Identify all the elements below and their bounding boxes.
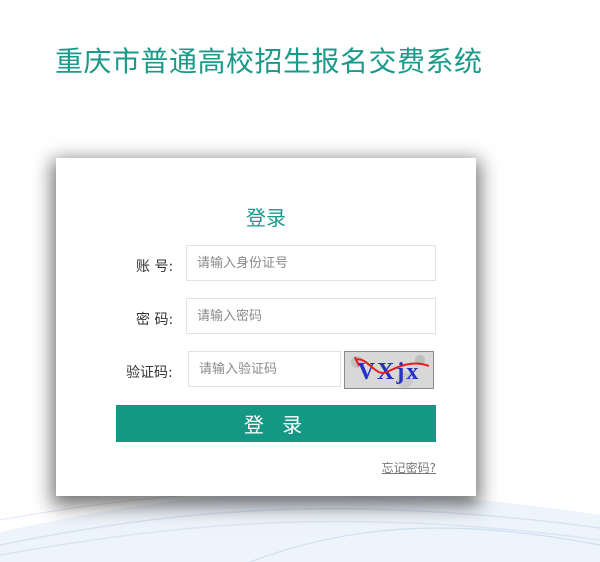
captcha-image[interactable]: VXjx [344, 351, 434, 389]
login-button[interactable]: 登 录 [116, 405, 436, 442]
password-label: 密 码: [136, 312, 174, 328]
account-label: 账 号: [136, 259, 174, 275]
forgot-password-link[interactable]: 忘记密码? [382, 459, 436, 476]
captcha-label: 验证码: [126, 365, 173, 381]
captcha-graphic: VXjx [345, 352, 433, 388]
login-panel: 登录 账 号: 密 码: 验证码: VXjx 登 录 忘记密码? [56, 158, 476, 496]
account-input[interactable] [186, 245, 436, 281]
page-title: 重庆市普通高校招生报名交费系统 [55, 45, 483, 78]
password-input[interactable] [186, 298, 436, 334]
login-title: 登录 [246, 206, 286, 230]
captcha-input[interactable] [188, 351, 341, 387]
